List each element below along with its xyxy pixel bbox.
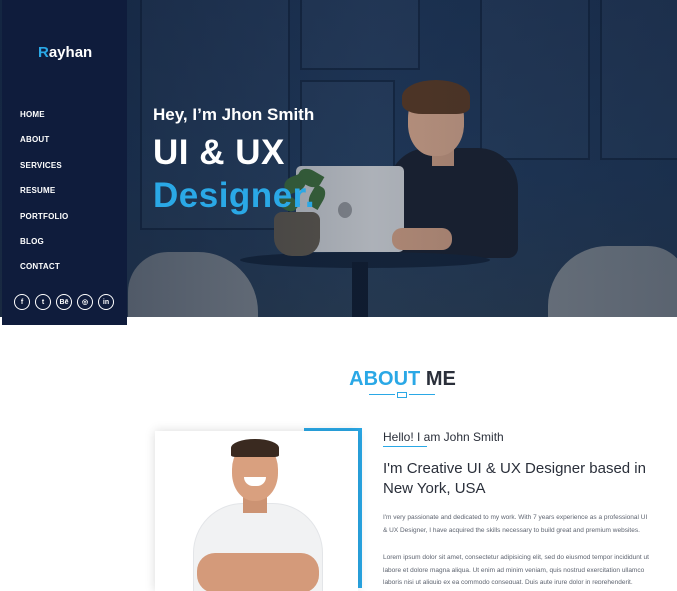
nav-item-blog[interactable]: BLOG (20, 237, 68, 262)
behance-icon[interactable]: Bē (56, 294, 72, 310)
site-logo[interactable]: Rayhan (38, 44, 92, 61)
hero-title-line1: UI & UX (153, 133, 285, 172)
linkedin-icon[interactable]: in (98, 294, 114, 310)
about-title-part2: ME (425, 368, 456, 390)
hero-greeting: Hey, I’m Jhon Smith (153, 105, 315, 124)
nav-item-resume[interactable]: RESUME (20, 186, 68, 211)
sidebar: Rayhan HOME ABOUT SERVICES RESUME PORTFO… (2, 0, 127, 325)
about-hello: Hello! I am John Smith (383, 430, 504, 444)
facebook-icon[interactable]: f (14, 294, 30, 310)
divider-line-left (369, 394, 395, 395)
nav-item-home[interactable]: HOME (20, 110, 68, 135)
about-section-title: ABOUT ME (0, 368, 677, 391)
logo-rest: ayhan (48, 44, 93, 61)
instagram-icon[interactable]: ◎ (77, 294, 93, 310)
divider-line-right (409, 394, 435, 395)
nav-item-about[interactable]: ABOUT (20, 135, 68, 160)
title-divider (369, 392, 435, 398)
about-paragraph-1: I'm very passionate and dedicated to my … (383, 514, 648, 534)
twitter-icon[interactable]: t (35, 294, 51, 310)
nav-item-portfolio[interactable]: PORTFOLIO (20, 212, 68, 237)
about-title-part1: ABOUT (349, 368, 421, 390)
main-nav: HOME ABOUT SERVICES RESUME PORTFOLIO BLO… (20, 110, 68, 288)
logo-initial: R (38, 44, 49, 61)
hero-title-line2: Designer. (153, 176, 316, 215)
nav-item-contact[interactable]: CONTACT (20, 262, 68, 287)
photo-hair (231, 439, 279, 457)
social-links: f t Bē ◎ in (14, 294, 114, 310)
profile-photo (155, 431, 358, 591)
photo-crossed-arms (197, 553, 319, 591)
hello-underline (383, 446, 427, 447)
about-paragraph-2: Lorem ipsum dolor sit amet, consectetur … (383, 554, 649, 584)
nav-item-services[interactable]: SERVICES (20, 161, 68, 186)
about-heading: I'm Creative UI & UX Designer based in N… (383, 460, 646, 497)
divider-card-icon (397, 392, 407, 398)
